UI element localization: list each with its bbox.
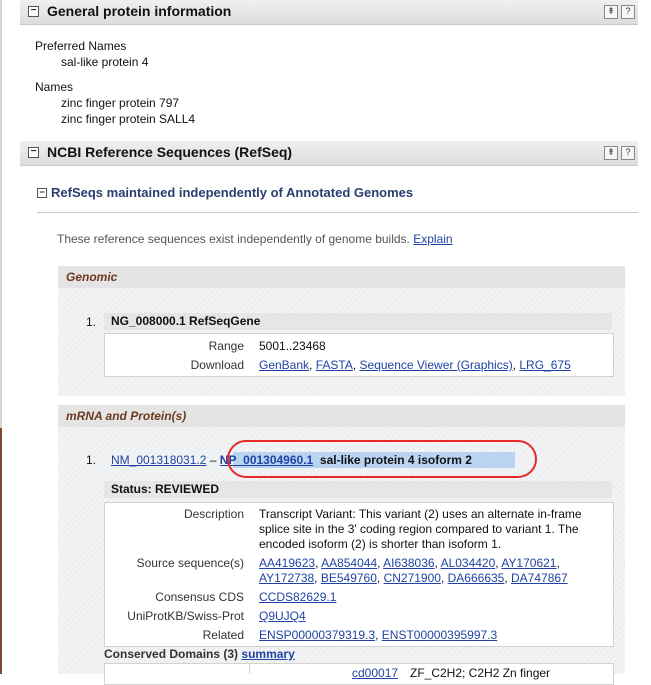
description-line: splice site in the 3' coding region comp… — [259, 522, 579, 536]
collapse-icon[interactable]: − — [28, 147, 39, 158]
fasta-link[interactable]: FASTA — [316, 358, 353, 372]
cd-link[interactable]: cd00017 — [352, 666, 398, 680]
name-item: zinc finger protein SALL4 — [61, 112, 196, 126]
uniprot-label: UniProtKB/Swiss-Prot — [127, 609, 244, 623]
source-line: AA419623, AA854044, AI638036, AL034420, … — [259, 556, 560, 570]
mrna-heading: mRNA and Protein(s) — [58, 405, 625, 427]
source-link[interactable]: BE549760 — [321, 571, 377, 585]
source-link[interactable]: AL034420 — [441, 556, 496, 570]
genomic-heading: Genomic — [58, 266, 625, 288]
ensp-link[interactable]: ENSP00000379319.3 — [259, 628, 375, 642]
section-title: General protein information — [47, 3, 232, 19]
ccds-label: Consensus CDS — [155, 590, 244, 604]
description-line: Transcript Variant: This variant (2) use… — [259, 507, 582, 521]
help-icon[interactable]: ? — [621, 146, 635, 160]
collapse-icon[interactable]: − — [28, 6, 39, 17]
range-label: Range — [208, 339, 244, 353]
ccds-link[interactable]: CCDS82629.1 — [259, 590, 336, 604]
section-title: NCBI Reference Sequences (RefSeq) — [47, 144, 293, 160]
annotation-circle — [227, 440, 537, 478]
related-links: ENSP00000379319.3, ENST00000395997.3 — [259, 628, 498, 642]
source-label: Source sequence(s) — [136, 556, 244, 570]
enst-link[interactable]: ENST00000395997.3 — [382, 628, 497, 642]
source-link[interactable]: DA666635 — [448, 571, 505, 585]
sequence-viewer-link[interactable]: Sequence Viewer (Graphics) — [360, 358, 513, 372]
uniprot-link[interactable]: Q9UJQ4 — [259, 609, 306, 623]
source-link[interactable]: AY172738 — [259, 571, 314, 585]
lrg-link[interactable]: LRG_675 — [519, 358, 570, 372]
divider — [249, 663, 250, 674]
conserved-domains: Conserved Domains (3) summary — [104, 647, 295, 661]
source-link[interactable]: AI638036 — [383, 556, 434, 570]
refseq-note: These reference sequences exist independ… — [57, 232, 453, 246]
source-line: AY172738, BE549760, CN271900, DA666635, … — [259, 571, 568, 585]
left-edge-image — [0, 428, 2, 674]
genomic-item-title: NG_008000.1 RefSeqGene — [111, 314, 261, 328]
source-link[interactable]: CN271900 — [384, 571, 441, 585]
up-icon[interactable]: ⇞ — [604, 5, 618, 19]
names-label: Names — [35, 80, 74, 94]
preferred-name-value: sal-like protein 4 — [61, 55, 149, 69]
description-line: encoded isoform (2) is shorter than isof… — [259, 537, 502, 551]
description-label: Description — [183, 507, 244, 521]
name-item: zinc finger protein 797 — [61, 96, 180, 110]
nm-link[interactable]: NM_001318031.2 — [111, 453, 206, 467]
item-number: 1. — [86, 315, 97, 329]
related-label: Related — [202, 628, 244, 642]
explain-link[interactable]: Explain — [413, 232, 452, 246]
summary-link[interactable]: summary — [241, 647, 294, 661]
general-protein-header: − General protein information ⇞ ? — [20, 0, 638, 25]
up-icon[interactable]: ⇞ — [604, 146, 618, 160]
status-text: Status: REVIEWED — [111, 482, 220, 496]
source-link[interactable]: AY170621 — [501, 556, 556, 570]
refseq-header: − NCBI Reference Sequences (RefSeq) ⇞ ? — [20, 141, 638, 166]
source-link[interactable]: AA419623 — [259, 556, 315, 570]
item-number: 1. — [86, 453, 97, 467]
cd-description: ZF_C2H2; C2H2 Zn finger — [410, 666, 551, 680]
collapse-icon[interactable]: − — [37, 188, 47, 198]
download-label: Download — [190, 358, 244, 372]
download-links: GenBank, FASTA, Sequence Viewer (Graphic… — [259, 358, 571, 372]
genbank-link[interactable]: GenBank — [259, 358, 309, 372]
help-icon[interactable]: ? — [621, 5, 635, 19]
source-link[interactable]: AA854044 — [321, 556, 377, 570]
subsection-title[interactable]: RefSeqs maintained independently of Anno… — [51, 185, 413, 200]
range-value: 5001..23468 — [259, 339, 326, 353]
divider — [37, 212, 638, 213]
preferred-names-label: Preferred Names — [35, 39, 127, 53]
source-link[interactable]: DA747867 — [511, 571, 568, 585]
